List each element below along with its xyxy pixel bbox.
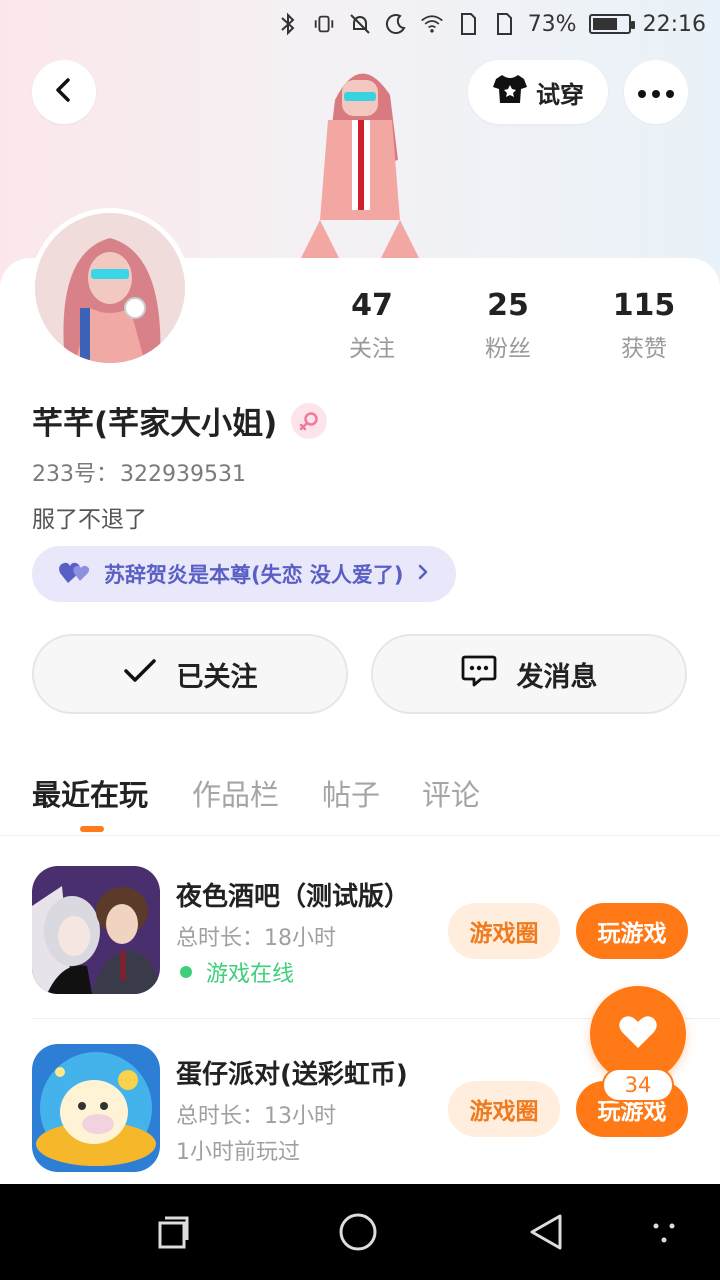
send-message-button[interactable]: 发消息	[371, 634, 687, 714]
battery-fill	[592, 18, 618, 30]
battery-icon	[588, 14, 635, 34]
sim1-icon	[456, 12, 480, 36]
stat-count: 25	[487, 288, 529, 323]
stat-label: 获赞	[621, 336, 667, 362]
more-button[interactable]	[624, 60, 688, 124]
profile-bio: 服了不退了	[32, 507, 147, 533]
like-count-badge: 34	[602, 1068, 674, 1102]
tab-comments[interactable]: 评论	[422, 772, 480, 814]
game-icon-eggy-party	[32, 1044, 160, 1172]
chevron-right-icon	[416, 562, 430, 587]
cp-text: 苏辞贺炎是本尊(失恋 没人爱了)	[104, 563, 404, 587]
send-message-label: 发消息	[516, 661, 598, 693]
game-circle-button[interactable]: 游戏圈	[448, 903, 560, 959]
game-circle-button[interactable]: 游戏圈	[448, 1081, 560, 1137]
double-heart-icon	[58, 559, 92, 590]
tshirt-icon	[492, 73, 528, 111]
game-last-played: 1小时前玩过	[176, 1140, 300, 1165]
stat-following[interactable]: 47 关注	[312, 288, 432, 363]
battery-percent: 73%	[527, 11, 577, 37]
system-nav-bar	[0, 1184, 720, 1280]
vibrate-icon	[312, 12, 336, 36]
assistant-dots-icon[interactable]	[644, 1212, 684, 1252]
game-status-online: 游戏在线	[176, 956, 294, 988]
cp-relationship-chip[interactable]: 苏辞贺炎是本尊(失恋 没人爱了)	[32, 546, 456, 602]
game-icon-night-bar	[32, 866, 160, 994]
moon-icon	[384, 12, 408, 36]
user-id-label: 233号：	[32, 462, 118, 487]
profile-name-row: 芊芊(芊家大小姐)	[32, 398, 328, 443]
following-button[interactable]: 已关注	[32, 634, 348, 714]
game-title: 蛋仔派对(送彩虹币)	[176, 1060, 408, 1090]
stat-count: 47	[351, 288, 393, 323]
sim2-icon	[492, 12, 516, 36]
check-icon	[123, 658, 157, 691]
chevron-left-icon	[52, 76, 76, 108]
stat-likes[interactable]: 115 获赞	[584, 288, 704, 363]
play-game-button[interactable]: 玩游戏	[576, 903, 688, 959]
recent-apps-icon[interactable]	[152, 1212, 192, 1252]
bluetooth-icon	[276, 12, 300, 36]
try-on-label: 试穿	[536, 80, 584, 109]
tab-works[interactable]: 作品栏	[192, 772, 279, 814]
stat-count: 115	[612, 288, 676, 323]
profile-stats: 47 关注 25 粉丝 115 获赞	[300, 288, 720, 378]
avatar[interactable]	[30, 208, 190, 368]
heart-icon	[618, 1014, 658, 1054]
active-tab-indicator	[80, 826, 104, 832]
game-duration: 总时长：13小时	[176, 1104, 336, 1129]
stat-label: 粉丝	[485, 336, 531, 362]
try-on-button[interactable]: 试穿	[468, 60, 608, 124]
home-icon[interactable]	[338, 1212, 378, 1252]
profile-name: 芊芊(芊家大小姐)	[32, 406, 278, 442]
user-id[interactable]: 233号：322939531	[32, 456, 246, 488]
tab-posts[interactable]: 帖子	[322, 772, 380, 814]
game-duration: 总时长：18小时	[176, 926, 336, 951]
following-label: 已关注	[176, 661, 258, 693]
tab-recently-played[interactable]: 最近在玩	[32, 772, 148, 814]
mute-notification-icon	[348, 12, 372, 36]
profile-tabs: 最近在玩 作品栏 帖子 评论	[0, 766, 720, 836]
online-dot-icon	[180, 966, 192, 978]
more-dots-icon	[638, 83, 674, 102]
stat-followers[interactable]: 25 粉丝	[448, 288, 568, 363]
chat-bubble-icon	[461, 654, 497, 695]
user-id-value: 322939531	[120, 462, 246, 487]
game-status: 游戏在线	[206, 962, 295, 987]
wifi-icon	[420, 12, 444, 36]
avatar-figure-banner	[280, 40, 440, 260]
stat-label: 关注	[349, 336, 395, 362]
clock: 22:16	[642, 11, 706, 37]
back-nav-icon[interactable]	[526, 1212, 566, 1252]
game-title: 夜色酒吧（测试版）	[176, 882, 411, 912]
female-icon	[291, 402, 328, 439]
back-button[interactable]	[32, 60, 96, 124]
